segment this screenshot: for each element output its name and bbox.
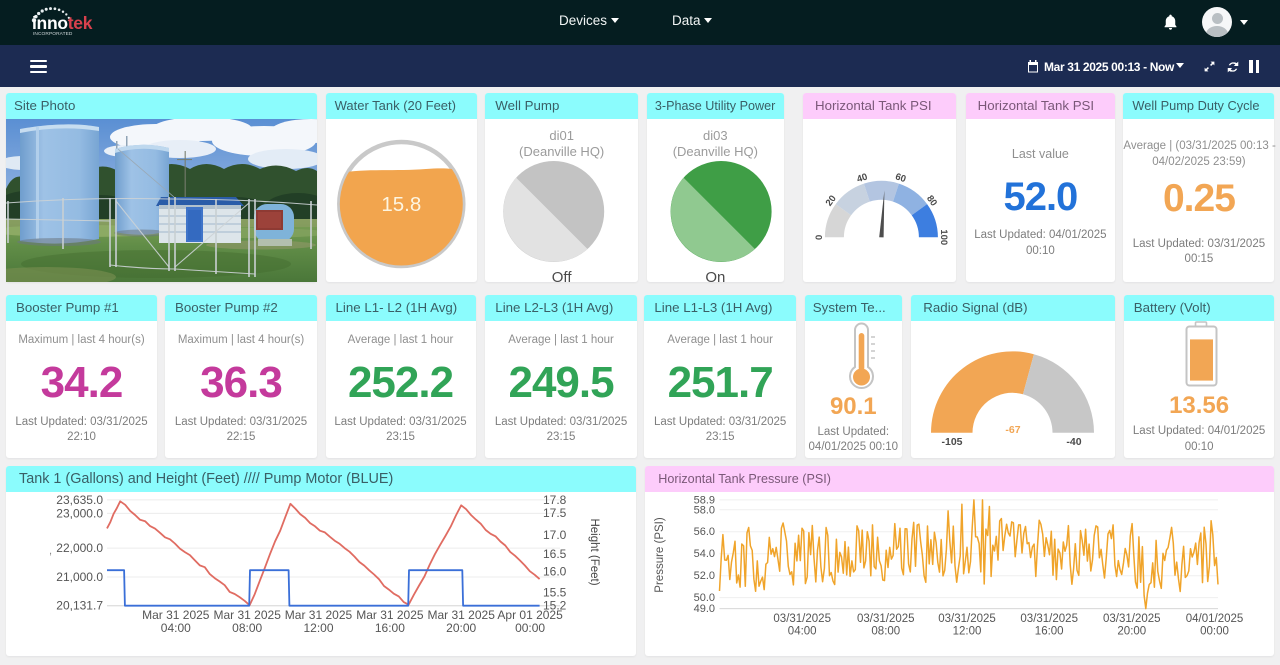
svg-text:-105: -105 — [942, 436, 963, 448]
svg-text:03/31/2025: 03/31/2025 — [939, 613, 997, 625]
svg-text:Mar 31 2025: Mar 31 2025 — [142, 608, 210, 622]
svg-text:03/31/2025: 03/31/2025 — [1103, 613, 1161, 625]
svg-text:52.0: 52.0 — [694, 570, 715, 582]
svg-text:Height (Feet): Height (Feet) — [588, 518, 600, 585]
svg-text:04:00: 04:00 — [161, 621, 191, 635]
svg-text:Mar 31 2025: Mar 31 2025 — [428, 608, 496, 622]
svg-text:04/01/2025: 04/01/2025 — [1186, 613, 1244, 625]
svg-text:16:00: 16:00 — [375, 621, 405, 635]
svg-text:16.0: 16.0 — [543, 564, 567, 578]
svg-text:15.5: 15.5 — [543, 585, 567, 599]
svg-text:20:00: 20:00 — [1118, 625, 1147, 637]
svg-text:08:00: 08:00 — [872, 625, 901, 637]
svg-text:12:00: 12:00 — [303, 621, 333, 635]
svg-text:17.8: 17.8 — [543, 492, 567, 506]
svg-text:Mar 31 2025: Mar 31 2025 — [214, 608, 282, 622]
svg-text:16:00: 16:00 — [1035, 625, 1064, 637]
svg-text:17.5: 17.5 — [543, 506, 567, 520]
svg-text:58.0: 58.0 — [694, 504, 715, 516]
svg-text:Pressure (PSI): Pressure (PSI) — [654, 517, 666, 593]
svg-text:17.0: 17.0 — [543, 527, 567, 541]
svg-text:08:00: 08:00 — [232, 621, 262, 635]
svg-text:23,000.0: 23,000.0 — [56, 506, 103, 520]
svg-text:15.8: 15.8 — [381, 193, 421, 216]
svg-text:0: 0 — [814, 235, 825, 240]
svg-text:Mar 31 2025: Mar 31 2025 — [356, 608, 424, 622]
svg-text:00:00: 00:00 — [1200, 625, 1229, 637]
svg-text:03/31/2025: 03/31/2025 — [1021, 613, 1079, 625]
svg-text:49.0: 49.0 — [694, 603, 715, 615]
svg-text:56.0: 56.0 — [694, 526, 715, 538]
svg-text:Apr 01 2025: Apr 01 2025 — [497, 608, 563, 622]
svg-text:21,000.0: 21,000.0 — [56, 570, 103, 584]
svg-text:22,000.0: 22,000.0 — [56, 541, 103, 555]
svg-text:03/31/2025: 03/31/2025 — [774, 613, 832, 625]
svg-text:Mar 31 2025: Mar 31 2025 — [285, 608, 353, 622]
svg-text:20,131.7: 20,131.7 — [56, 598, 103, 612]
svg-text:,: , — [49, 545, 52, 557]
svg-text:20:00: 20:00 — [446, 621, 476, 635]
svg-text:00:00: 00:00 — [515, 621, 545, 635]
svg-text:23,635.0: 23,635.0 — [56, 492, 103, 506]
svg-text:54.0: 54.0 — [694, 548, 715, 560]
svg-text:04:00: 04:00 — [788, 625, 817, 637]
svg-text:-67: -67 — [1006, 424, 1021, 436]
svg-text:03/31/2025: 03/31/2025 — [857, 613, 915, 625]
svg-text:100: 100 — [938, 229, 949, 245]
svg-text:-40: -40 — [1067, 436, 1082, 448]
svg-text:12:00: 12:00 — [953, 625, 982, 637]
svg-text:16.5: 16.5 — [543, 547, 567, 561]
